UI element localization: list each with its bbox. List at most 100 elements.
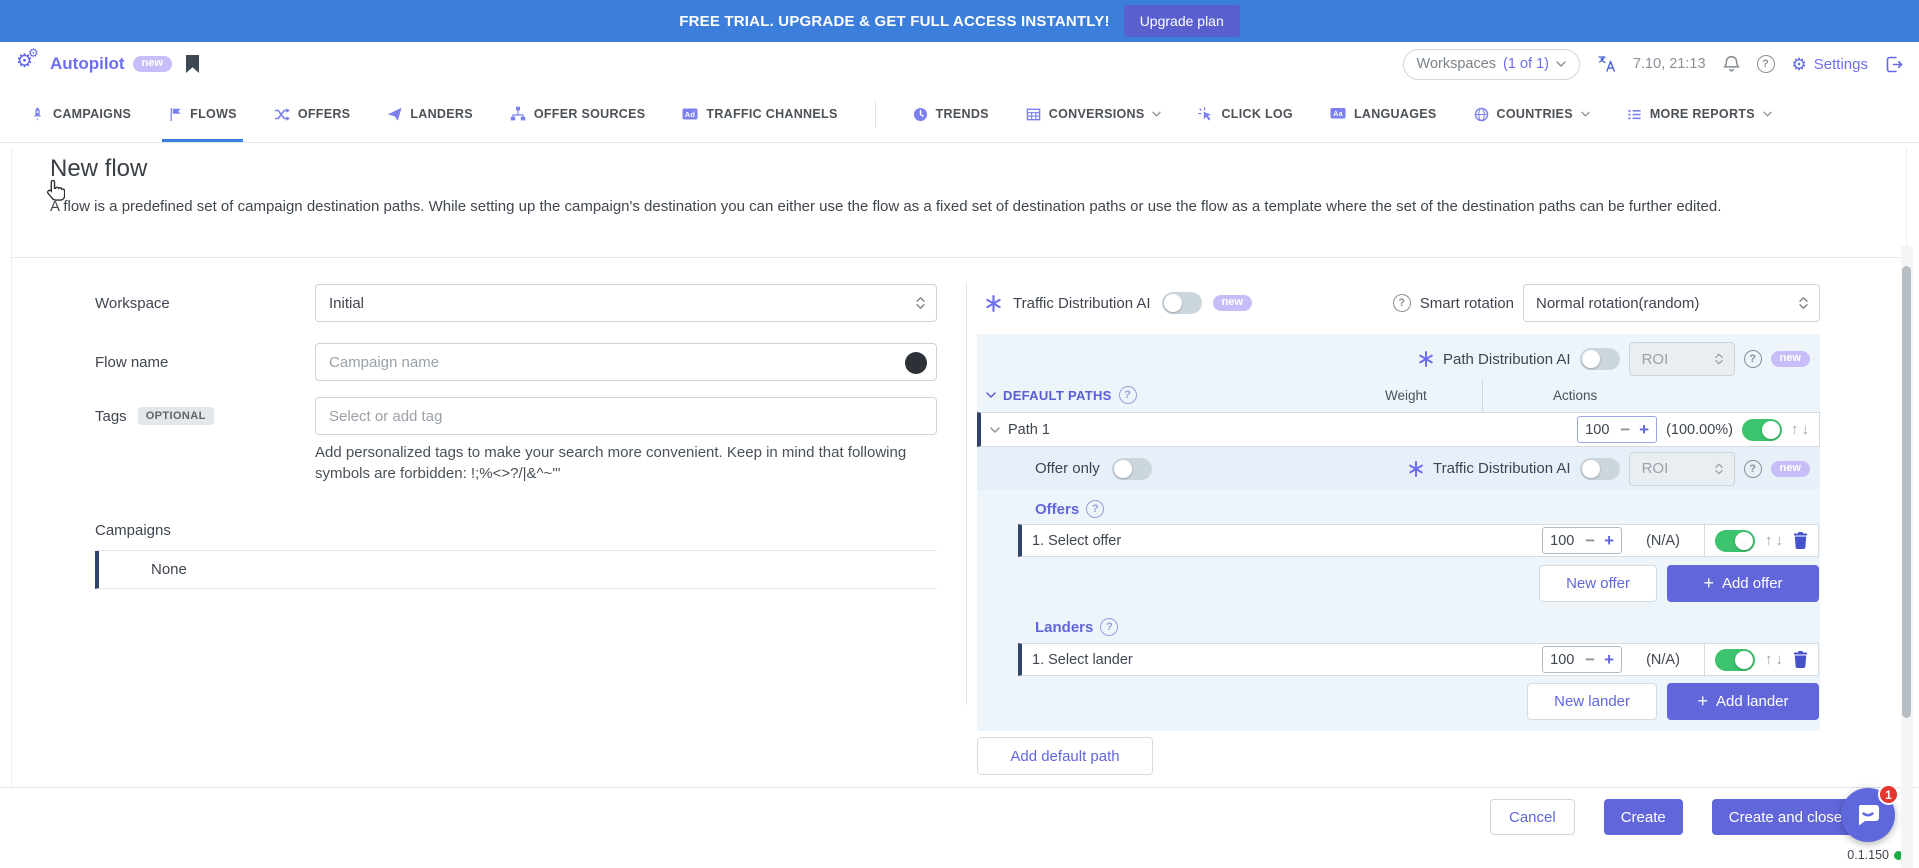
workspaces-selector[interactable]: Workspaces (1 of 1): [1403, 49, 1580, 80]
app-logo[interactable]: ⚙⚙ Autopilot new: [16, 52, 172, 76]
settings-button[interactable]: ⚙ Settings: [1792, 56, 1868, 73]
tags-input[interactable]: [329, 408, 923, 425]
landers-title: Landers: [1035, 619, 1093, 636]
create-button[interactable]: Create: [1604, 799, 1683, 835]
path-weight-percent: (100.00%): [1666, 422, 1733, 438]
offers-help-icon[interactable]: ?: [1086, 500, 1104, 518]
path-roi-select[interactable]: ROI: [1629, 342, 1735, 376]
path-distribution-ai-toggle[interactable]: [1580, 348, 1620, 370]
landers-plane-icon: [387, 107, 402, 122]
nav-campaigns[interactable]: CAMPAIGNS: [30, 86, 131, 142]
tags-row: Tags OPTIONAL: [95, 397, 937, 435]
plus-icon[interactable]: +: [1639, 421, 1649, 438]
add-default-path-button[interactable]: Add default path: [977, 737, 1153, 775]
chevron-down-icon: [1763, 111, 1772, 117]
languages-icon: Aa: [1330, 107, 1346, 121]
move-down-icon[interactable]: ↓: [1776, 651, 1784, 668]
nav-countries[interactable]: COUNTRIES: [1474, 86, 1590, 142]
nav-landers[interactable]: LANDERS: [387, 86, 473, 142]
nav-offer-sources[interactable]: OFFER SOURCES: [510, 86, 646, 142]
nav-flows[interactable]: FLOWS: [168, 86, 237, 142]
minus-icon[interactable]: −: [1585, 651, 1595, 668]
path-weight-value[interactable]: 100: [1585, 422, 1611, 438]
cell-divider: [1704, 524, 1705, 557]
nav-conversions[interactable]: CONVERSIONS: [1026, 86, 1162, 142]
lander-weight-value[interactable]: 100: [1550, 652, 1576, 668]
nav-more-reports-label: MORE REPORTS: [1650, 107, 1755, 121]
notifications-bell-icon[interactable]: [1723, 55, 1740, 73]
offer-stat: (N/A): [1632, 533, 1694, 549]
default-paths-header[interactable]: DEFAULT PATHS ?: [986, 386, 1137, 404]
nav-campaigns-label: CAMPAIGNS: [53, 107, 131, 121]
default-paths-help-icon[interactable]: ?: [1119, 386, 1137, 404]
campaigns-label: Campaigns: [95, 522, 171, 539]
offer-only-toggle[interactable]: [1112, 458, 1152, 480]
workspace-row: Workspace Initial: [95, 284, 937, 322]
nav-traffic-channels-label: TRAFFIC CHANNELS: [706, 107, 837, 121]
minus-icon[interactable]: −: [1620, 421, 1630, 438]
create-and-close-button[interactable]: Create and close: [1712, 799, 1859, 835]
chat-icon: [1855, 802, 1881, 828]
upgrade-plan-button[interactable]: Upgrade plan: [1124, 5, 1240, 37]
path-reorder-arrows: ↑ ↓: [1791, 421, 1809, 438]
nav-click-log[interactable]: CLICK LOG: [1198, 86, 1292, 142]
new-lander-button[interactable]: New lander: [1527, 683, 1657, 720]
trial-banner-text: FREE TRIAL. UPGRADE & GET FULL ACCESS IN…: [679, 13, 1109, 30]
add-lander-button[interactable]: + Add lander: [1667, 683, 1819, 720]
workspace-select[interactable]: Initial: [315, 284, 937, 322]
move-up-icon[interactable]: ↑: [1791, 421, 1799, 438]
lander-delete-button[interactable]: [1793, 651, 1808, 668]
traffic-ai-help-icon[interactable]: ?: [1744, 460, 1762, 478]
nav-traffic-channels[interactable]: Ad TRAFFIC CHANNELS: [682, 86, 837, 142]
nav-trends-label: TRENDS: [936, 107, 989, 121]
plus-icon[interactable]: +: [1604, 532, 1614, 549]
offer-delete-button[interactable]: [1793, 532, 1808, 549]
plus-icon: +: [1703, 573, 1714, 594]
chevron-expanded-icon[interactable]: [990, 427, 1000, 433]
help-icon[interactable]: ?: [1757, 55, 1775, 73]
bookmark-icon[interactable]: [186, 55, 199, 73]
move-down-icon[interactable]: ↓: [1776, 532, 1784, 549]
new-badge: new: [1771, 351, 1810, 367]
landers-help-icon[interactable]: ?: [1100, 618, 1118, 636]
lander-select-label[interactable]: 1. Select lander: [1032, 652, 1532, 668]
nav-countries-label: COUNTRIES: [1497, 107, 1573, 121]
plus-icon[interactable]: +: [1604, 651, 1614, 668]
nav-languages[interactable]: Aa LANGUAGES: [1330, 86, 1437, 142]
logout-icon[interactable]: [1885, 56, 1903, 73]
move-down-icon[interactable]: ↓: [1802, 421, 1810, 438]
path-enabled-toggle[interactable]: [1742, 419, 1782, 441]
offer-select-label[interactable]: 1. Select offer: [1032, 533, 1532, 549]
cancel-button[interactable]: Cancel: [1490, 799, 1575, 835]
offer-buttons: New offer + Add offer: [1539, 565, 1819, 602]
path-traffic-roi-select[interactable]: ROI: [1629, 452, 1735, 486]
minus-icon[interactable]: −: [1585, 532, 1595, 549]
nav-trends[interactable]: TRENDS: [913, 86, 989, 142]
offer-enabled-toggle[interactable]: [1715, 530, 1755, 552]
smart-rotation-select[interactable]: Normal rotation(random): [1523, 284, 1820, 322]
conversions-table-icon: [1026, 107, 1041, 122]
flow-name-dot-icon[interactable]: [905, 352, 927, 374]
nav-divider: [875, 100, 876, 128]
nav-more-reports[interactable]: MORE REPORTS: [1627, 86, 1772, 142]
flow-name-input[interactable]: [329, 354, 923, 371]
new-offer-button[interactable]: New offer: [1539, 565, 1657, 602]
traffic-distribution-ai-toggle[interactable]: [1162, 292, 1202, 314]
add-offer-button[interactable]: + Add offer: [1667, 565, 1819, 602]
smart-rotation-value: Normal rotation(random): [1536, 295, 1699, 312]
move-up-icon[interactable]: ↑: [1765, 532, 1773, 549]
chat-widget-button[interactable]: 1: [1841, 788, 1895, 842]
smart-rotation-help-icon[interactable]: ?: [1393, 294, 1411, 312]
app-name[interactable]: Autopilot: [50, 54, 125, 74]
translate-icon[interactable]: [1597, 55, 1616, 73]
move-up-icon[interactable]: ↑: [1765, 651, 1773, 668]
new-badge: new: [1213, 295, 1252, 311]
scrollbar-thumb[interactable]: [1902, 266, 1911, 718]
lander-enabled-toggle[interactable]: [1715, 649, 1755, 671]
flow-name-field-wrap: [315, 343, 937, 381]
offer-weight-value[interactable]: 100: [1550, 533, 1576, 549]
path-traffic-ai-toggle[interactable]: [1580, 458, 1620, 480]
select-caret-icon: [1798, 296, 1809, 310]
path-distribution-help-icon[interactable]: ?: [1744, 350, 1762, 368]
nav-offers[interactable]: OFFERS: [274, 86, 351, 142]
